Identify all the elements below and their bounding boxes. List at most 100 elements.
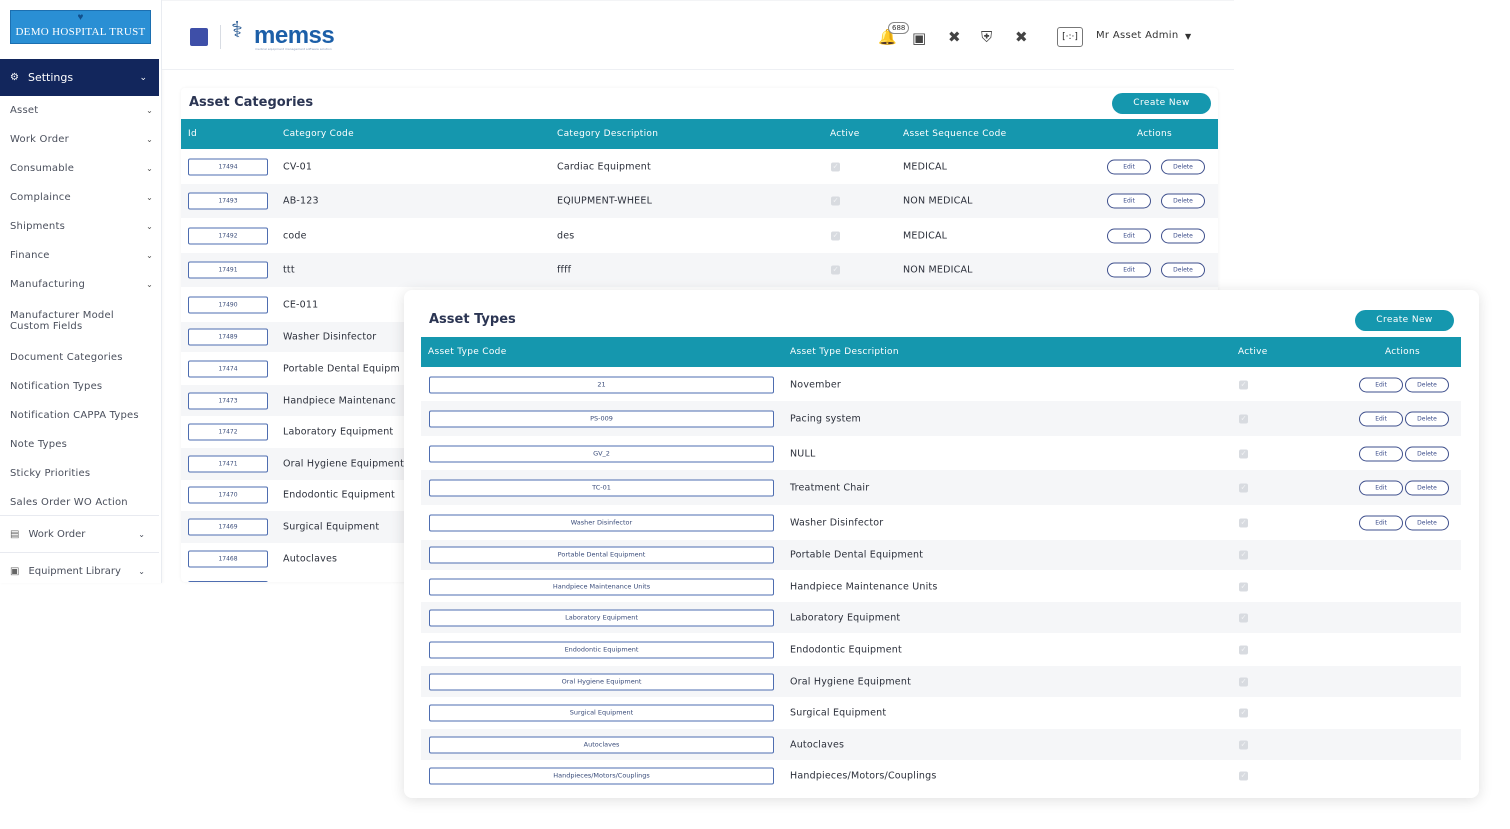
column-header-id[interactable]: Id (188, 119, 197, 149)
delete-button[interactable]: Delete (1161, 228, 1205, 244)
sidebar-item[interactable]: Consumable ⌄ (0, 154, 159, 183)
sidebar-item[interactable]: Sticky Priorities (0, 459, 159, 488)
active-checkbox[interactable]: ✓ (831, 265, 840, 275)
row-id-field[interactable]: 17489 (188, 328, 268, 346)
sidebar-item[interactable]: Document Categories (0, 343, 159, 372)
delete-button[interactable]: Delete (1405, 411, 1449, 426)
edit-button[interactable]: Edit (1107, 262, 1151, 278)
delete-button[interactable]: Delete (1405, 480, 1449, 495)
asset-type-code-field[interactable]: Washer Disinfector (429, 514, 774, 531)
sidebar-item[interactable]: Notification Types (0, 372, 159, 401)
org-logo[interactable]: ♥ DEMO HOSPITAL TRUST (10, 10, 151, 44)
asset-type-code-field[interactable]: TC-01 (429, 479, 774, 496)
row-id-field[interactable]: 17474 (188, 360, 268, 378)
asset-type-code-field[interactable]: Endodontic Equipment (429, 641, 774, 659)
sidebar-item[interactable]: Asset ⌄ (0, 96, 159, 125)
active-checkbox[interactable]: ✓ (1239, 414, 1248, 423)
sidebar-item[interactable]: Notification CAPPA Types (0, 401, 159, 430)
edit-button[interactable]: Edit (1359, 515, 1403, 530)
fullscreen-icon[interactable]: ✖ (1015, 28, 1028, 46)
edit-button[interactable]: Edit (1359, 446, 1403, 461)
asset-type-code-field[interactable]: 21 (429, 376, 774, 393)
asset-type-code-field[interactable]: Laboratory Equipment (429, 609, 774, 626)
sidebar-section-work-order[interactable]: ▤ Work Order ⌄ (0, 515, 159, 553)
row-id-field[interactable] (188, 581, 268, 582)
active-checkbox[interactable]: ✓ (1239, 449, 1248, 458)
column-header-category-description[interactable]: Category Description (557, 119, 658, 149)
sidebar-item[interactable]: Shipments ⌄ (0, 212, 159, 241)
delete-button[interactable]: Delete (1405, 377, 1449, 392)
column-header-active[interactable]: Active (1238, 337, 1268, 367)
expand-icon[interactable]: ✖ (948, 28, 961, 46)
active-checkbox[interactable]: ✓ (1239, 740, 1248, 749)
active-checkbox[interactable]: ✓ (1239, 483, 1248, 492)
active-checkbox[interactable]: ✓ (1239, 380, 1248, 389)
row-id-field[interactable]: 17491 (188, 261, 268, 279)
active-checkbox[interactable]: ✓ (1239, 518, 1248, 527)
sidebar-item[interactable]: Complaince ⌄ (0, 183, 159, 212)
column-header-asset-sequence-code[interactable]: Asset Sequence Code (903, 119, 1006, 149)
column-header-category-code[interactable]: Category Code (283, 119, 354, 149)
row-id-field[interactable]: 17470 (188, 486, 268, 504)
sidebar-section-settings[interactable]: ⚙ Settings ⌄ (0, 59, 159, 96)
edit-button[interactable]: Edit (1107, 193, 1151, 209)
row-id-field[interactable]: 17473 (188, 392, 268, 409)
row-id-field[interactable]: 17494 (188, 158, 268, 176)
menu-toggle-button[interactable] (190, 28, 208, 46)
edit-button[interactable]: Edit (1107, 159, 1151, 175)
active-checkbox[interactable]: ✓ (1239, 550, 1248, 560)
avatar[interactable]: [·:·] (1057, 27, 1083, 47)
asset-type-code-field[interactable]: Handpieces/Motors/Couplings (429, 767, 774, 784)
asset-type-code-field[interactable]: Portable Dental Equipment (429, 546, 774, 564)
row-id-field[interactable]: 17471 (188, 455, 268, 473)
row-id-field[interactable]: 17472 (188, 423, 268, 441)
active-checkbox[interactable]: ✓ (1239, 677, 1248, 686)
edit-button[interactable]: Edit (1359, 480, 1403, 495)
active-checkbox[interactable]: ✓ (1239, 708, 1248, 718)
sidebar-section-equipment-library[interactable]: ▣ Equipment Library ⌄ (0, 552, 159, 590)
edit-button[interactable]: Edit (1107, 228, 1151, 244)
user-name[interactable]: Mr Asset Admin (1096, 30, 1179, 41)
caret-down-icon[interactable]: ▼ (1185, 32, 1191, 41)
sidebar-item[interactable]: Work Order ⌄ (0, 125, 159, 154)
asset-type-code-field[interactable]: GV_2 (429, 445, 774, 462)
delete-button[interactable]: Delete (1161, 159, 1205, 175)
asset-type-code-field[interactable]: Handpiece Maintenance Units (429, 578, 774, 595)
row-id-field[interactable]: 17468 (188, 550, 268, 567)
sidebar-item-label: Notification Types (10, 381, 103, 392)
active-checkbox[interactable]: ✓ (831, 231, 840, 241)
active-checkbox[interactable]: ✓ (831, 162, 840, 172)
edit-button[interactable]: Edit (1359, 377, 1403, 392)
note-icon[interactable]: ▣ (912, 29, 926, 47)
brand-logo[interactable]: ⚕ memss medical equipment management sof… (231, 18, 343, 52)
sidebar-item[interactable]: Note Types (0, 430, 159, 459)
sidebar-item[interactable]: Manufacturer Model Custom Fields (0, 299, 159, 343)
asset-type-code-field[interactable]: Oral Hygiene Equipment (429, 673, 774, 690)
delete-button[interactable]: Delete (1405, 515, 1449, 530)
asset-type-code-field[interactable]: PS-009 (429, 410, 774, 427)
row-id-field[interactable]: 17492 (188, 227, 268, 245)
asset-type-code-field[interactable]: Autoclaves (429, 736, 774, 753)
active-checkbox[interactable]: ✓ (1239, 645, 1248, 655)
shield-icon[interactable]: ⛨ (981, 28, 992, 46)
column-header-asset-type-description[interactable]: Asset Type Description (790, 337, 899, 367)
sidebar-item[interactable]: Manufacturing ⌄ (0, 270, 159, 299)
create-type-button[interactable]: Create New (1355, 310, 1454, 331)
active-checkbox[interactable]: ✓ (1239, 582, 1248, 591)
active-checkbox[interactable]: ✓ (1239, 771, 1248, 780)
active-checkbox[interactable]: ✓ (1239, 613, 1248, 622)
delete-button[interactable]: Delete (1161, 262, 1205, 278)
edit-button[interactable]: Edit (1359, 411, 1403, 426)
asset-type-code-field[interactable]: Surgical Equipment (429, 704, 774, 722)
sidebar-item[interactable]: Sales Order WO Action (0, 488, 159, 517)
delete-button[interactable]: Delete (1405, 446, 1449, 461)
sidebar-item[interactable]: Finance ⌄ (0, 241, 159, 270)
row-id-field[interactable]: 17493 (188, 192, 268, 210)
column-header-active[interactable]: Active (830, 119, 860, 149)
row-id-field[interactable]: 17469 (188, 518, 268, 536)
delete-button[interactable]: Delete (1161, 193, 1205, 209)
active-checkbox[interactable]: ✓ (831, 196, 840, 206)
column-header-asset-type-code[interactable]: Asset Type Code (428, 337, 507, 367)
create-category-button[interactable]: Create New (1112, 93, 1211, 114)
row-id-field[interactable]: 17490 (188, 296, 268, 313)
